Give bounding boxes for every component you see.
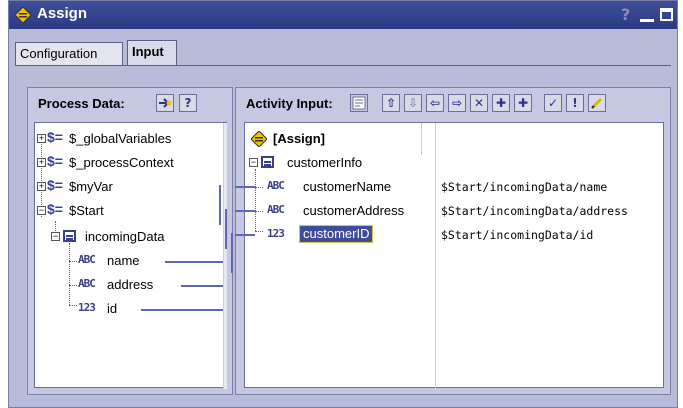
tree-node-myvar[interactable]: + $= $myVar [35, 177, 221, 197]
tree-node-customerinfo[interactable]: − customerInfo [245, 153, 435, 173]
add-child-icon[interactable]: ✚ [514, 94, 532, 112]
maximize-icon[interactable] [660, 8, 673, 21]
string-type-icon: ABC [267, 179, 285, 192]
tree-node-processcontext[interactable]: + $= $_processContext [35, 153, 221, 173]
mapping-link [165, 261, 227, 263]
mapping-expression-customerid[interactable]: $Start/incomingData/id [439, 225, 593, 246]
mapping-link [225, 209, 227, 249]
expand-icon[interactable]: + [37, 134, 46, 143]
field-customername[interactable]: ABC customerName [255, 177, 435, 197]
tree-node-start[interactable]: − $= $Start [35, 201, 221, 221]
field-customeraddress[interactable]: ABC customerAddress [255, 201, 435, 221]
process-data-tree: + $= $_globalVariables + $= $_processCon… [34, 122, 227, 389]
tab-divider [15, 65, 671, 66]
number-type-icon: 123 [78, 301, 96, 314]
complex-type-icon [63, 230, 76, 242]
help-button-icon[interactable]: ? [179, 94, 197, 112]
minimize-icon[interactable] [640, 19, 654, 22]
tree-node-label: id [107, 301, 118, 316]
variable-dollar-icon: $= [47, 177, 63, 193]
move-up-icon[interactable]: ⇧ [382, 94, 400, 112]
collapse-icon[interactable]: − [249, 158, 258, 167]
field-label-selected: customerID [299, 225, 374, 243]
expand-icon[interactable]: + [37, 158, 46, 167]
tree-node-label: $Start [69, 203, 104, 218]
tree-node-label: $myVar [69, 179, 113, 194]
variable-dollar-icon: $= [47, 201, 63, 217]
number-type-icon: 123 [267, 227, 285, 240]
assign-window: Assign ? Configuration Input Process Dat… [8, 0, 678, 408]
tree-node-incomingdata[interactable]: − incomingData [49, 227, 221, 247]
vertical-scrollbar[interactable] [224, 123, 227, 389]
variable-dollar-icon: $= [47, 129, 63, 145]
xpath-formula-icon[interactable] [350, 94, 368, 112]
tree-node-globalvariables[interactable]: + $= $_globalVariables [35, 129, 221, 149]
string-type-icon: ABC [267, 203, 285, 216]
string-type-icon: ABC [78, 277, 96, 290]
window-title: Assign [37, 5, 88, 22]
mapping-link [235, 234, 255, 236]
string-type-icon: ABC [78, 253, 96, 266]
collapse-icon[interactable]: − [37, 206, 46, 215]
tab-configuration[interactable]: Configuration [15, 42, 123, 66]
field-customerid[interactable]: 123 customerID [255, 225, 435, 245]
title-bar: Assign ? [9, 1, 677, 29]
mapping-link [231, 233, 233, 273]
tree-node-label: customerInfo [287, 155, 363, 170]
delete-icon[interactable]: ✕ [470, 94, 488, 112]
mapping-link [141, 309, 227, 311]
tree-node-label: address [107, 277, 154, 292]
complex-type-icon [261, 156, 274, 168]
move-right-icon[interactable]: ⇨ [448, 94, 466, 112]
mapping-expression-customeraddress[interactable]: $Start/incomingData/address [439, 201, 628, 222]
add-icon[interactable]: ✚ [492, 94, 510, 112]
move-left-icon[interactable]: ⇦ [426, 94, 444, 112]
activity-input-tree: [Assign] − customerInfo ABC customerName… [235, 122, 664, 389]
help-icon[interactable]: ? [621, 5, 630, 24]
mapping-link [235, 210, 255, 212]
mapping-link [219, 185, 221, 225]
map-arrow-icon[interactable] [156, 94, 174, 112]
edit-pencil-icon[interactable] [588, 94, 606, 112]
assign-diamond-icon [251, 131, 267, 147]
mapping-link [181, 285, 227, 287]
move-down-icon: ⇩ [404, 94, 422, 112]
warning-icon[interactable]: ! [566, 94, 584, 112]
activity-input-panel: Activity Input: ⇧ ⇩ ⇦ ⇨ ✕ ✚ ✚ ✓ ! [Assig… [235, 87, 671, 395]
tree-node-label: $_globalVariables [69, 131, 172, 146]
variable-dollar-icon: $= [47, 153, 63, 169]
process-data-panel: Process Data: ? + $= $_globalVariables +… [27, 87, 233, 395]
activity-root-node[interactable]: [Assign] [245, 129, 435, 149]
tree-node-label: name [107, 253, 140, 268]
process-data-label: Process Data: [38, 96, 125, 111]
assign-diamond-icon [15, 7, 31, 23]
tree-node-label: $_processContext [69, 155, 174, 170]
mapping-expression-customername[interactable]: $Start/incomingData/name [439, 177, 607, 198]
validate-icon[interactable]: ✓ [544, 94, 562, 112]
collapse-icon[interactable]: − [51, 232, 60, 241]
field-label: customerName [303, 179, 392, 194]
process-data-header: Process Data: ? [28, 88, 232, 120]
activity-root-label: [Assign] [273, 131, 325, 146]
mapping-link [235, 186, 255, 188]
tab-input[interactable]: Input [127, 40, 177, 66]
field-label: customerAddress [303, 203, 405, 218]
expand-icon[interactable]: + [37, 182, 46, 191]
activity-input-label: Activity Input: [246, 96, 333, 111]
tree-node-label: incomingData [85, 229, 165, 244]
activity-input-header: Activity Input: ⇧ ⇩ ⇦ ⇨ ✕ ✚ ✚ ✓ ! [236, 88, 670, 120]
